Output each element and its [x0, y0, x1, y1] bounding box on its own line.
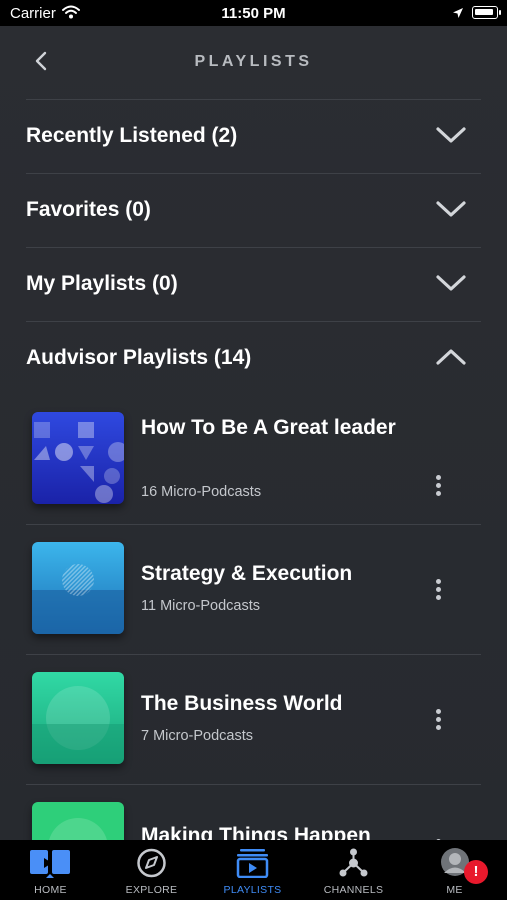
section-label: My Playlists (0): [26, 272, 178, 295]
more-options-icon[interactable]: [426, 706, 450, 736]
playlist-item[interactable]: How To Be A Great leader 16 Micro-Podcas…: [26, 400, 481, 530]
more-options-icon[interactable]: [426, 576, 450, 606]
playlist-thumbnail: [32, 672, 124, 764]
section-label: Audvisor Playlists (14): [26, 346, 252, 369]
chevron-up-icon: [436, 349, 466, 365]
section-label: Favorites (0): [26, 198, 151, 221]
main-content: PLAYLISTS Recently Listened (2) Favorite…: [0, 26, 507, 840]
section-audvisor-playlists[interactable]: Audvisor Playlists (14): [26, 322, 481, 394]
tab-label: CHANNELS: [323, 884, 384, 896]
home-icon: [30, 850, 70, 878]
playlist-title: Making Things Happen: [141, 824, 371, 840]
tab-bar: HOME EXPLORE PLAYLISTS CHANNELS ! ME: [0, 840, 507, 900]
notification-badge: !: [464, 860, 488, 884]
location-arrow-icon: [452, 6, 464, 24]
compass-icon: [137, 848, 166, 878]
chevron-down-icon: [436, 127, 466, 143]
playlist-count: 7 Micro-Podcasts: [141, 728, 254, 744]
clock: 11:50 PM: [221, 5, 286, 22]
avatar-icon: [441, 848, 469, 876]
top-bar: PLAYLISTS: [0, 26, 507, 99]
tab-me[interactable]: ! ME: [404, 840, 505, 900]
more-options-icon[interactable]: [426, 472, 450, 502]
section-recently-listened[interactable]: Recently Listened (2): [26, 100, 481, 172]
network-icon: [339, 848, 368, 877]
section-label: Recently Listened (2): [26, 124, 238, 147]
section-favorites[interactable]: Favorites (0): [26, 174, 481, 246]
page-title: PLAYLISTS: [194, 53, 313, 70]
tab-explore[interactable]: EXPLORE: [101, 840, 202, 900]
playlist-thumbnail: [32, 542, 124, 634]
playlist-icon: [236, 849, 269, 878]
tab-label: PLAYLISTS: [223, 884, 282, 896]
chevron-down-icon: [436, 201, 466, 217]
playlist-item[interactable]: Strategy & Execution 11 Micro-Podcasts: [26, 530, 481, 660]
tab-home[interactable]: HOME: [0, 840, 101, 900]
tab-label: ME: [446, 884, 463, 896]
divider: [26, 524, 481, 525]
playlist-count: 11 Micro-Podcasts: [141, 598, 260, 614]
playlist-count: 16 Micro-Podcasts: [141, 484, 262, 500]
status-bar: Carrier 11:50 PM: [0, 0, 507, 26]
playlist-item[interactable]: Making Things Happen: [26, 790, 481, 840]
divider: [26, 654, 481, 655]
playlist-title: How To Be A Great leader: [141, 416, 396, 439]
tab-label: EXPLORE: [125, 884, 178, 896]
section-my-playlists[interactable]: My Playlists (0): [26, 248, 481, 320]
playlist-title: Strategy & Execution: [141, 562, 353, 585]
playlist-thumbnail: [32, 412, 124, 504]
playlist-thumbnail: [32, 802, 124, 840]
chevron-down-icon: [436, 275, 466, 291]
divider: [26, 784, 481, 785]
battery-icon: [472, 6, 501, 19]
tab-channels[interactable]: CHANNELS: [303, 840, 404, 900]
tab-label: HOME: [34, 884, 67, 896]
playlist-item[interactable]: The Business World 7 Micro-Podcasts: [26, 660, 481, 790]
tab-playlists[interactable]: PLAYLISTS: [202, 840, 303, 900]
playlist-title: The Business World: [141, 692, 343, 715]
